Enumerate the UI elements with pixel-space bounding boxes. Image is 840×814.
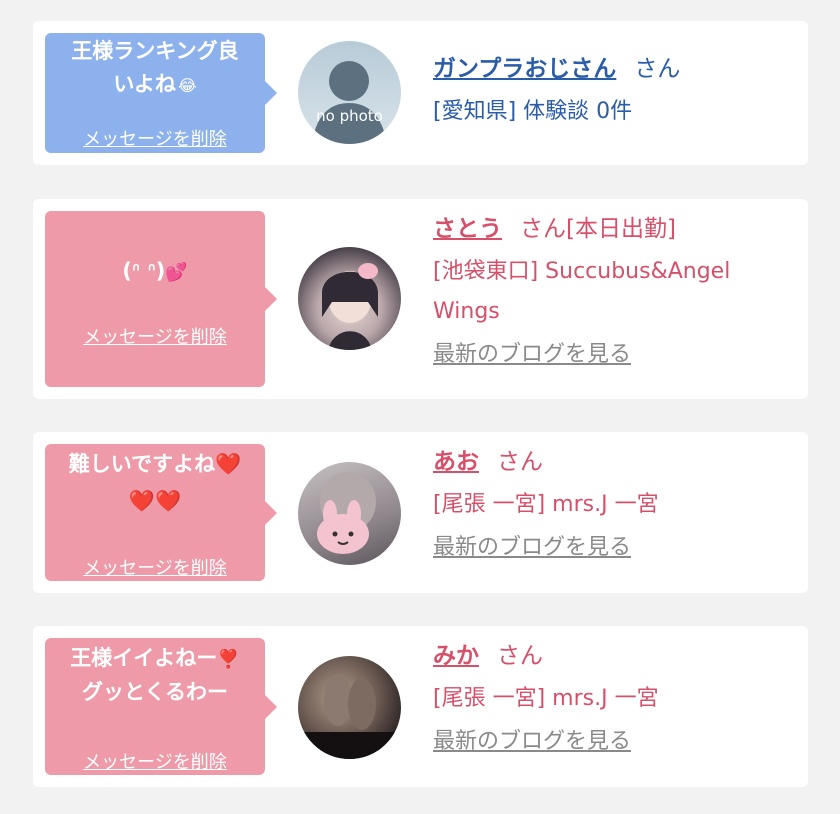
avatar[interactable] — [298, 656, 401, 759]
profile-photo-icon — [298, 674, 401, 759]
location-text: [尾張 一宮] mrs.J 一宮 — [433, 686, 659, 711]
message-text: (ᐢ ᐢ)💕 — [122, 259, 188, 283]
avatar[interactable] — [298, 462, 401, 565]
avatar[interactable]: no photo — [298, 41, 401, 144]
message-bubble: 王様イイよねー❣️ グッとくるわー メッセージを削除 — [45, 638, 277, 775]
profile-info: さとう さん[本日出勤] [池袋東口] Succubus&Angel Wings … — [433, 214, 798, 370]
profile-info: あお さん [尾張 一宮] mrs.J 一宮 最新のブログを見る — [433, 447, 798, 563]
message-card: 王様イイよねー❣️ グッとくるわー メッセージを削除 みか さん [尾張 一宮] … — [33, 626, 808, 787]
location-text: [尾張 一宮] mrs.J 一宮 — [433, 492, 659, 517]
profile-info: みか さん [尾張 一宮] mrs.J 一宮 最新のブログを見る — [433, 641, 798, 757]
message-card: 王様ランキング良 いよね 😂 メッセージを削除 no photo ガンプラおじさん… — [33, 21, 808, 165]
delete-message-link[interactable]: メッセージを削除 — [45, 748, 265, 774]
message-bubble: 王様ランキング良 いよね 😂 メッセージを削除 — [45, 33, 277, 153]
latest-blog-link[interactable]: 最新のブログを見る — [433, 727, 798, 757]
location-text: [愛知県] 体験談 0件 — [433, 99, 633, 124]
delete-message-link[interactable]: メッセージを削除 — [45, 554, 265, 580]
hearts-icon: ❤️❤️ — [128, 489, 182, 513]
location-text: [池袋東口] Succubus&Angel Wings — [433, 259, 731, 324]
user-name-link[interactable]: さとう — [433, 216, 502, 242]
no-photo-label: no photo — [316, 107, 383, 125]
message-bubble: (ᐢ ᐢ)💕 メッセージを削除 — [45, 211, 277, 387]
message-card: 難しいですよね❤️ ❤️❤️ メッセージを削除 あお さん [尾張 一宮] mrs… — [33, 432, 808, 593]
message-text: 王様ランキング良 いよね 😂 — [71, 39, 239, 96]
honorific: さん — [497, 643, 543, 669]
avatar[interactable] — [298, 247, 401, 350]
user-name-link[interactable]: あお — [433, 449, 479, 475]
delete-message-link[interactable]: メッセージを削除 — [45, 323, 265, 349]
message-text: 難しいですよね❤️ ❤️❤️ — [45, 444, 265, 518]
profile-info: ガンプラおじさん さん [愛知県] 体験談 0件 — [433, 54, 798, 132]
user-name-link[interactable]: ガンプラおじさん — [433, 56, 616, 82]
user-name-link[interactable]: みか — [433, 643, 479, 669]
latest-blog-link[interactable]: 最新のブログを見る — [433, 533, 798, 563]
message-bubble: 難しいですよね❤️ ❤️❤️ メッセージを削除 — [45, 444, 277, 581]
latest-blog-link[interactable]: 最新のブログを見る — [433, 340, 798, 370]
profile-photo-icon — [322, 263, 378, 350]
hearts-emoji-icon: 💕 — [165, 262, 188, 283]
message-text: 王様イイよねー❣️ グッとくるわー — [70, 646, 240, 704]
delete-message-link[interactable]: メッセージを削除 — [45, 125, 265, 151]
heart-exclamation-icon: ❣️ — [217, 649, 240, 670]
honorific: さん — [497, 449, 543, 475]
silhouette-icon — [312, 61, 387, 144]
heart-icon: ❤️ — [215, 452, 242, 476]
honorific: さん — [634, 56, 681, 82]
honorific: さん[本日出勤] — [520, 216, 676, 242]
profile-photo-icon — [317, 472, 376, 554]
message-card: (ᐢ ᐢ)💕 メッセージを削除 さとう さん[本日出勤] [池袋東口] Succu… — [33, 199, 808, 399]
emoji-icon: 😂 — [177, 76, 197, 95]
